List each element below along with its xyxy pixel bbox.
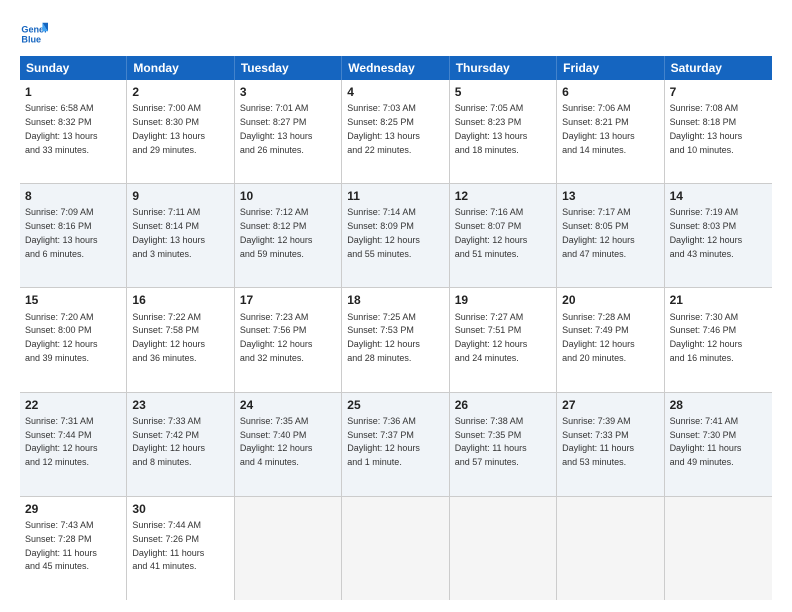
day-25: 25Sunrise: 7:36 AMSunset: 7:37 PMDayligh…: [342, 393, 449, 496]
calendar-row-3: 15Sunrise: 7:20 AMSunset: 8:00 PMDayligh…: [20, 288, 772, 392]
calendar-row-4: 22Sunrise: 7:31 AMSunset: 7:44 PMDayligh…: [20, 393, 772, 497]
calendar-row-1: 1Sunrise: 6:58 AMSunset: 8:32 PMDaylight…: [20, 80, 772, 184]
day-13: 13Sunrise: 7:17 AMSunset: 8:05 PMDayligh…: [557, 184, 664, 287]
day-9: 9Sunrise: 7:11 AMSunset: 8:14 PMDaylight…: [127, 184, 234, 287]
day-7: 7Sunrise: 7:08 AMSunset: 8:18 PMDaylight…: [665, 80, 772, 183]
day-16: 16Sunrise: 7:22 AMSunset: 7:58 PMDayligh…: [127, 288, 234, 391]
day-22: 22Sunrise: 7:31 AMSunset: 7:44 PMDayligh…: [20, 393, 127, 496]
day-6: 6Sunrise: 7:06 AMSunset: 8:21 PMDaylight…: [557, 80, 664, 183]
calendar-row-5: 29Sunrise: 7:43 AMSunset: 7:28 PMDayligh…: [20, 497, 772, 600]
svg-text:Blue: Blue: [21, 34, 41, 44]
day-27: 27Sunrise: 7:39 AMSunset: 7:33 PMDayligh…: [557, 393, 664, 496]
day-5: 5Sunrise: 7:05 AMSunset: 8:23 PMDaylight…: [450, 80, 557, 183]
empty-cell: [450, 497, 557, 600]
empty-cell: [665, 497, 772, 600]
calendar: Sunday Monday Tuesday Wednesday Thursday…: [20, 56, 772, 600]
calendar-row-2: 8Sunrise: 7:09 AMSunset: 8:16 PMDaylight…: [20, 184, 772, 288]
header-friday: Friday: [557, 56, 664, 80]
empty-cell: [235, 497, 342, 600]
day-14: 14Sunrise: 7:19 AMSunset: 8:03 PMDayligh…: [665, 184, 772, 287]
calendar-header: Sunday Monday Tuesday Wednesday Thursday…: [20, 56, 772, 80]
header-sunday: Sunday: [20, 56, 127, 80]
day-4: 4Sunrise: 7:03 AMSunset: 8:25 PMDaylight…: [342, 80, 449, 183]
day-21: 21Sunrise: 7:30 AMSunset: 7:46 PMDayligh…: [665, 288, 772, 391]
header-thursday: Thursday: [450, 56, 557, 80]
header-saturday: Saturday: [665, 56, 772, 80]
day-10: 10Sunrise: 7:12 AMSunset: 8:12 PMDayligh…: [235, 184, 342, 287]
day-19: 19Sunrise: 7:27 AMSunset: 7:51 PMDayligh…: [450, 288, 557, 391]
header-monday: Monday: [127, 56, 234, 80]
day-23: 23Sunrise: 7:33 AMSunset: 7:42 PMDayligh…: [127, 393, 234, 496]
day-1: 1Sunrise: 6:58 AMSunset: 8:32 PMDaylight…: [20, 80, 127, 183]
day-3: 3Sunrise: 7:01 AMSunset: 8:27 PMDaylight…: [235, 80, 342, 183]
day-11: 11Sunrise: 7:14 AMSunset: 8:09 PMDayligh…: [342, 184, 449, 287]
day-30: 30Sunrise: 7:44 AMSunset: 7:26 PMDayligh…: [127, 497, 234, 600]
day-17: 17Sunrise: 7:23 AMSunset: 7:56 PMDayligh…: [235, 288, 342, 391]
header-wednesday: Wednesday: [342, 56, 449, 80]
day-24: 24Sunrise: 7:35 AMSunset: 7:40 PMDayligh…: [235, 393, 342, 496]
day-29: 29Sunrise: 7:43 AMSunset: 7:28 PMDayligh…: [20, 497, 127, 600]
day-15: 15Sunrise: 7:20 AMSunset: 8:00 PMDayligh…: [20, 288, 127, 391]
day-8: 8Sunrise: 7:09 AMSunset: 8:16 PMDaylight…: [20, 184, 127, 287]
empty-cell: [342, 497, 449, 600]
day-12: 12Sunrise: 7:16 AMSunset: 8:07 PMDayligh…: [450, 184, 557, 287]
day-28: 28Sunrise: 7:41 AMSunset: 7:30 PMDayligh…: [665, 393, 772, 496]
day-2: 2Sunrise: 7:00 AMSunset: 8:30 PMDaylight…: [127, 80, 234, 183]
day-26: 26Sunrise: 7:38 AMSunset: 7:35 PMDayligh…: [450, 393, 557, 496]
calendar-body: 1Sunrise: 6:58 AMSunset: 8:32 PMDaylight…: [20, 80, 772, 600]
logo: General Blue: [20, 20, 48, 48]
day-18: 18Sunrise: 7:25 AMSunset: 7:53 PMDayligh…: [342, 288, 449, 391]
empty-cell: [557, 497, 664, 600]
header-tuesday: Tuesday: [235, 56, 342, 80]
day-20: 20Sunrise: 7:28 AMSunset: 7:49 PMDayligh…: [557, 288, 664, 391]
